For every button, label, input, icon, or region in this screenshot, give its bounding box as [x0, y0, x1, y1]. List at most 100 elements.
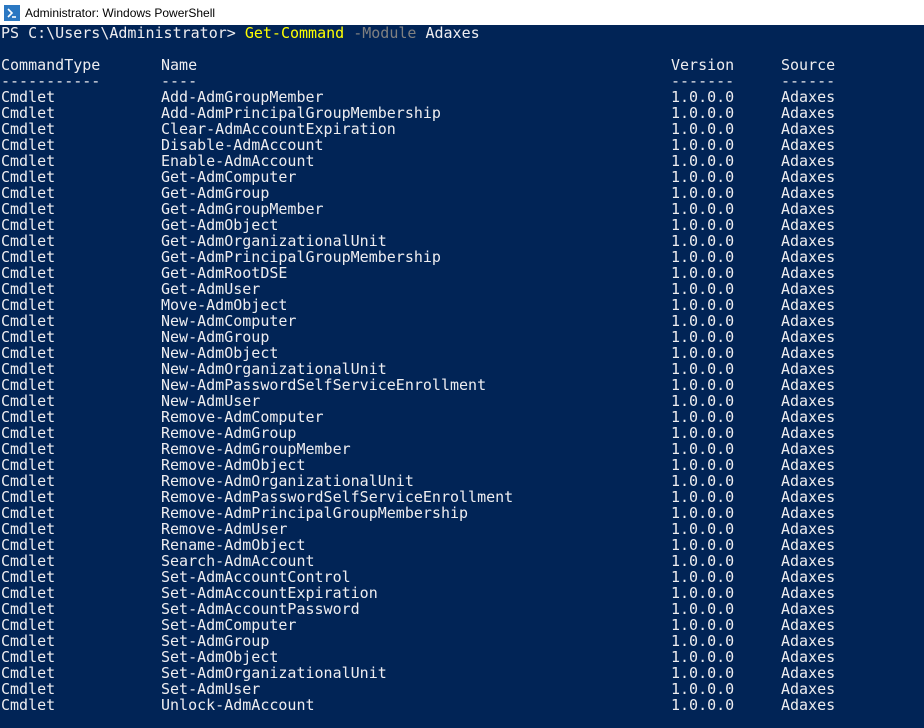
prompt-path: PS C:\Users\Administrator> — [1, 25, 245, 42]
cell-source: Adaxes — [781, 408, 836, 426]
cell-source: Adaxes — [781, 280, 836, 298]
cell-version: 1.0.0.0 — [671, 536, 735, 554]
cell-version: 1.0.0.0 — [671, 184, 735, 202]
cell-version: 1.0.0.0 — [671, 392, 735, 410]
prompt-parameter: -Module — [353, 25, 417, 42]
title-bar[interactable]: Administrator: Windows PowerShell — [0, 0, 924, 25]
cell-commandtype: Cmdlet — [1, 392, 56, 410]
cell-version: 1.0.0.0 — [671, 120, 735, 138]
cell-commandtype: Cmdlet — [1, 328, 56, 346]
cell-source: Adaxes — [781, 600, 836, 618]
table-row: Cmdlet Get-AdmGroupMember 1.0.0.0 Adaxes — [0, 201, 924, 217]
cell-name: New-AdmUser — [161, 392, 261, 410]
cell-name: Set-AdmAccountExpiration — [161, 584, 378, 602]
table-row: Cmdlet Enable-AdmAccount 1.0.0.0 Adaxes — [0, 153, 924, 169]
cell-name: New-AdmComputer — [161, 312, 297, 330]
table-row: Cmdlet New-AdmUser 1.0.0.0 Adaxes — [0, 393, 924, 409]
cell-commandtype: Cmdlet — [1, 136, 56, 154]
cell-commandtype: Cmdlet — [1, 184, 56, 202]
cell-commandtype: Cmdlet — [1, 440, 56, 458]
cell-name: Add-AdmGroupMember — [161, 88, 324, 106]
cell-source: Adaxes — [781, 344, 836, 362]
cell-version: 1.0.0.0 — [671, 440, 735, 458]
cell-commandtype: Cmdlet — [1, 488, 56, 506]
prompt-line: PS C:\Users\Administrator> Get-Command -… — [0, 25, 924, 41]
cell-source: Adaxes — [781, 264, 836, 282]
cell-version: 1.0.0.0 — [671, 312, 735, 330]
table-row: Cmdlet Get-AdmGroup 1.0.0.0 Adaxes — [0, 185, 924, 201]
cell-commandtype: Cmdlet — [1, 648, 56, 666]
separator-name: ---- — [161, 72, 198, 90]
cell-source: Adaxes — [781, 536, 836, 554]
window-title: Administrator: Windows PowerShell — [25, 5, 216, 20]
cell-name: Get-AdmPrincipalGroupMembership — [161, 248, 441, 266]
console-output[interactable]: PS C:\Users\Administrator> Get-Command -… — [0, 25, 924, 728]
table-row: Cmdlet Remove-AdmGroupMember 1.0.0.0 Adaxes — [0, 441, 924, 457]
powershell-window: Administrator: Windows PowerShell PS C:\… — [0, 0, 924, 728]
table-row: Cmdlet New-AdmObject 1.0.0.0 Adaxes — [0, 345, 924, 361]
cell-name: Remove-AdmPasswordSelfServiceEnrollment — [161, 488, 514, 506]
table-row: Cmdlet Search-AdmAccount 1.0.0.0 Adaxes — [0, 553, 924, 569]
cell-source: Adaxes — [781, 392, 836, 410]
separator-source: ------ — [781, 72, 836, 90]
cell-commandtype: Cmdlet — [1, 696, 56, 714]
cell-commandtype: Cmdlet — [1, 216, 56, 234]
cell-name: Get-AdmUser — [161, 280, 261, 298]
cell-commandtype: Cmdlet — [1, 472, 56, 490]
cell-name: New-AdmPasswordSelfServiceEnrollment — [161, 376, 487, 394]
cell-version: 1.0.0.0 — [671, 408, 735, 426]
cell-version: 1.0.0.0 — [671, 296, 735, 314]
powershell-icon — [4, 4, 20, 21]
table-header-row: CommandType Name Version Source — [0, 57, 924, 73]
cell-name: Disable-AdmAccount — [161, 136, 324, 154]
cell-commandtype: Cmdlet — [1, 280, 56, 298]
cell-name: Remove-AdmGroup — [161, 424, 297, 442]
cell-source: Adaxes — [781, 376, 836, 394]
cell-source: Adaxes — [781, 488, 836, 506]
cell-name: New-AdmObject — [161, 344, 279, 362]
cell-name: Set-AdmAccountPassword — [161, 600, 360, 618]
table-row: Cmdlet Add-AdmPrincipalGroupMembership 1.0… — [0, 105, 924, 121]
table-row: Cmdlet New-AdmPasswordSelfServiceEnrollme… — [0, 377, 924, 393]
cell-source: Adaxes — [781, 232, 836, 250]
cell-version: 1.0.0.0 — [671, 696, 735, 714]
cell-source: Adaxes — [781, 312, 836, 330]
table-row: Cmdlet Unlock-AdmAccount 1.0.0.0 Adaxes — [0, 697, 924, 713]
table-row: Cmdlet Get-AdmPrincipalGroupMembership 1.0… — [0, 249, 924, 265]
table-row: Cmdlet Set-AdmOrganizationalUnit 1.0.0.0 Ad… — [0, 665, 924, 681]
cell-version: 1.0.0.0 — [671, 168, 735, 186]
table-row: Cmdlet Set-AdmAccountControl 1.0.0.0 Adaxes — [0, 569, 924, 585]
cell-name: Get-AdmGroupMember — [161, 200, 324, 218]
cell-source: Adaxes — [781, 104, 836, 122]
cell-version: 1.0.0.0 — [671, 344, 735, 362]
table-row: Cmdlet Remove-AdmPasswordSelfServiceEnrol… — [0, 489, 924, 505]
table-separator-row: ----------- ---- ------- ------ — [0, 73, 924, 89]
cell-name: Remove-AdmOrganizationalUnit — [161, 472, 414, 490]
cell-version: 1.0.0.0 — [671, 632, 735, 650]
cell-commandtype: Cmdlet — [1, 312, 56, 330]
cell-name: Remove-AdmGroupMember — [161, 440, 351, 458]
cell-commandtype: Cmdlet — [1, 296, 56, 314]
cell-version: 1.0.0.0 — [671, 648, 735, 666]
cell-source: Adaxes — [781, 664, 836, 682]
table-row: Cmdlet Remove-AdmGroup 1.0.0.0 Adaxes — [0, 425, 924, 441]
table-body: Cmdlet Add-AdmGroupMember 1.0.0.0 Adaxes Cmd… — [0, 89, 924, 713]
cell-name: New-AdmOrganizationalUnit — [161, 360, 387, 378]
cell-commandtype: Cmdlet — [1, 376, 56, 394]
table-row: Cmdlet Get-AdmUser 1.0.0.0 Adaxes — [0, 281, 924, 297]
cell-source: Adaxes — [781, 584, 836, 602]
cell-source: Adaxes — [781, 360, 836, 378]
table-row: Cmdlet Set-AdmAccountPassword 1.0.0.0 Adaxe… — [0, 601, 924, 617]
table-row: Cmdlet New-AdmComputer 1.0.0.0 Adaxes — [0, 313, 924, 329]
cell-commandtype: Cmdlet — [1, 152, 56, 170]
cell-source: Adaxes — [781, 568, 836, 586]
table-row: Cmdlet Remove-AdmUser 1.0.0.0 Adaxes — [0, 521, 924, 537]
cell-version: 1.0.0.0 — [671, 88, 735, 106]
cell-source: Adaxes — [781, 88, 836, 106]
table-row: Cmdlet Remove-AdmOrganizationalUnit 1.0.0.… — [0, 473, 924, 489]
cell-commandtype: Cmdlet — [1, 232, 56, 250]
cell-commandtype: Cmdlet — [1, 264, 56, 282]
cell-source: Adaxes — [781, 136, 836, 154]
cell-version: 1.0.0.0 — [671, 216, 735, 234]
cell-name: Get-AdmOrganizationalUnit — [161, 232, 387, 250]
